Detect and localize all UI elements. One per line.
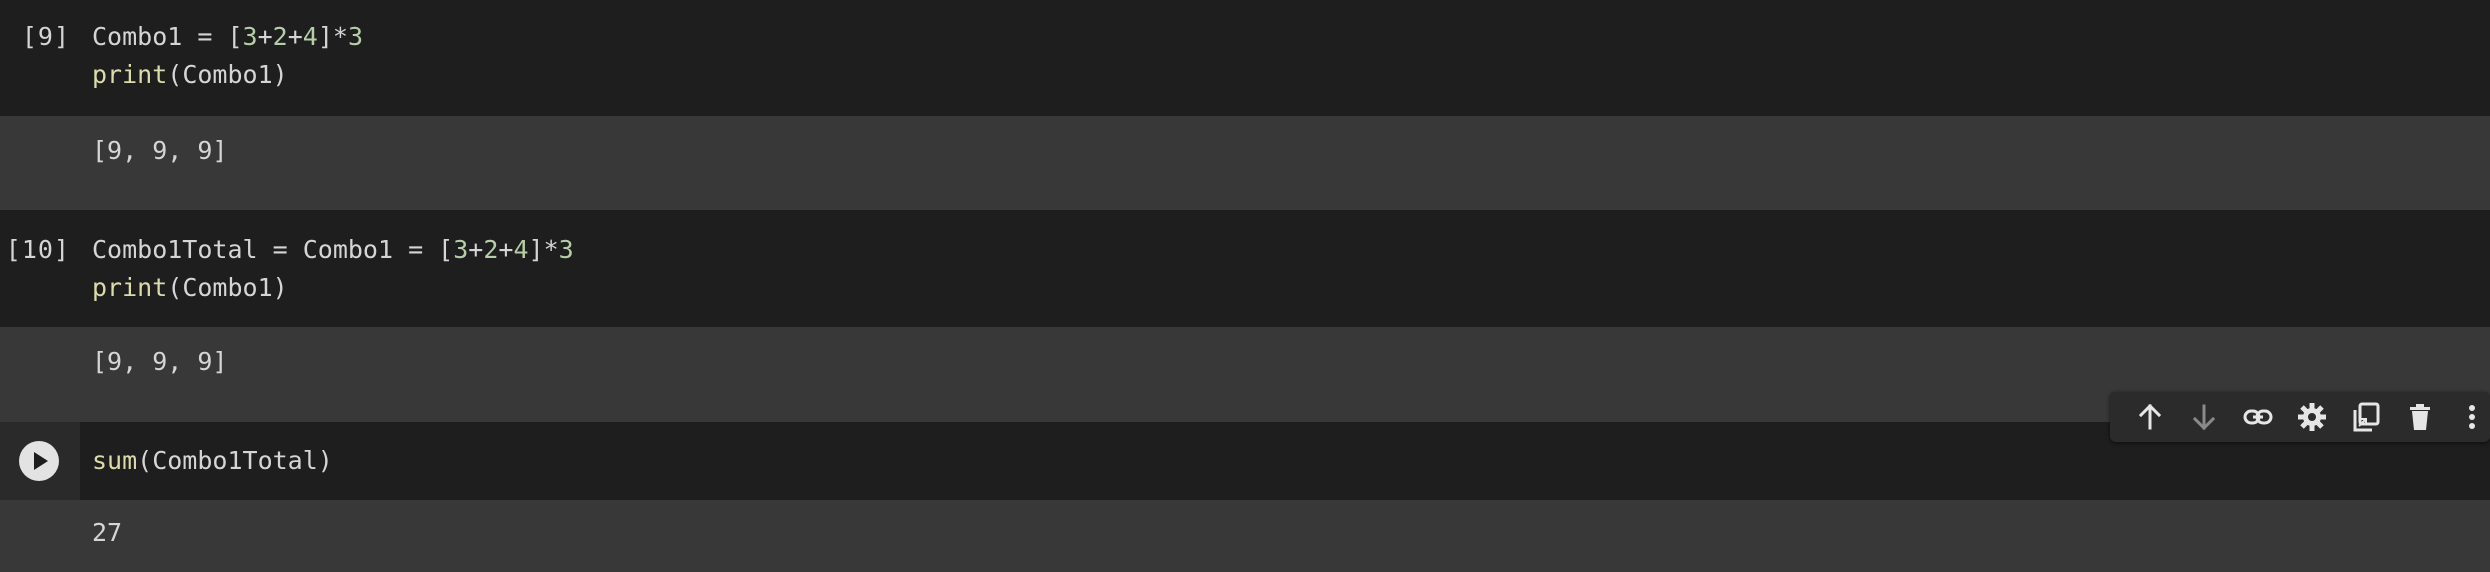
link-icon	[2243, 409, 2273, 425]
code-token: (Combo1Total)	[137, 446, 333, 475]
trash-icon	[2410, 404, 2430, 430]
code-token: sum	[92, 446, 138, 475]
output-area-1: [9, 9, 9]	[0, 116, 2490, 210]
code-token: ]*	[317, 22, 348, 51]
code-token: print	[92, 273, 168, 302]
code-token: print	[92, 60, 168, 89]
code-token: +	[257, 22, 273, 51]
output-text: [9, 9, 9]	[92, 347, 228, 376]
code-token: 3	[453, 235, 469, 264]
code-token: +	[498, 235, 514, 264]
code-line: Combo1 = [3+2+4]*3	[92, 18, 363, 56]
gear-icon	[2298, 403, 2326, 431]
delete-cell-button[interactable]	[2404, 401, 2436, 433]
mirror-cell-button[interactable]	[2350, 401, 2382, 433]
execution-count: [9]	[21, 22, 70, 51]
output-area-3: 27	[0, 500, 2490, 572]
code-token: 4	[513, 235, 529, 264]
code-line: print(Combo1)	[92, 269, 288, 307]
run-cell-button[interactable]	[19, 441, 59, 481]
arrow-down-icon	[2192, 404, 2216, 431]
code-cell-2[interactable]: [10] Combo1Total = Combo1 = [3+2+4]*3 pr…	[0, 210, 2490, 327]
code-token: 2	[483, 235, 499, 264]
execution-count: [10]	[5, 235, 70, 264]
code-token: Combo1 = [	[92, 22, 243, 51]
code-token: 4	[302, 22, 318, 51]
cell-settings-button[interactable]	[2296, 401, 2328, 433]
code-line: Combo1Total = Combo1 = [3+2+4]*3	[92, 231, 574, 269]
arrow-up-icon	[2138, 403, 2162, 430]
more-actions-button[interactable]	[2456, 401, 2488, 433]
code-line: sum(Combo1Total)	[92, 442, 333, 480]
notebook: [9] Combo1 = [3+2+4]*3 print(Combo1) [9,…	[0, 0, 2490, 572]
play-icon	[34, 452, 48, 470]
code-token: +	[468, 235, 484, 264]
code-line: print(Combo1)	[92, 56, 288, 94]
code-token: Combo1Total = Combo1 = [	[92, 235, 454, 264]
code-token: +	[287, 22, 303, 51]
output-text: [9, 9, 9]	[92, 136, 228, 165]
code-token: 2	[272, 22, 288, 51]
code-token: 3	[558, 235, 574, 264]
code-token: (Combo1)	[167, 60, 288, 89]
code-token: 3	[347, 22, 363, 51]
code-cell-1[interactable]: [9] Combo1 = [3+2+4]*3 print(Combo1)	[0, 0, 2490, 116]
move-cell-up-button[interactable]	[2134, 401, 2166, 433]
copy-link-button[interactable]	[2242, 401, 2274, 433]
code-token: (Combo1)	[167, 273, 288, 302]
mirror-cell-icon	[2353, 402, 2380, 432]
output-text: 27	[92, 518, 123, 547]
more-vert-icon	[2469, 405, 2475, 429]
cell-toolbar	[2110, 392, 2490, 442]
code-token: 3	[242, 22, 258, 51]
move-cell-down-button[interactable]	[2188, 401, 2220, 433]
code-token: ]*	[528, 235, 559, 264]
